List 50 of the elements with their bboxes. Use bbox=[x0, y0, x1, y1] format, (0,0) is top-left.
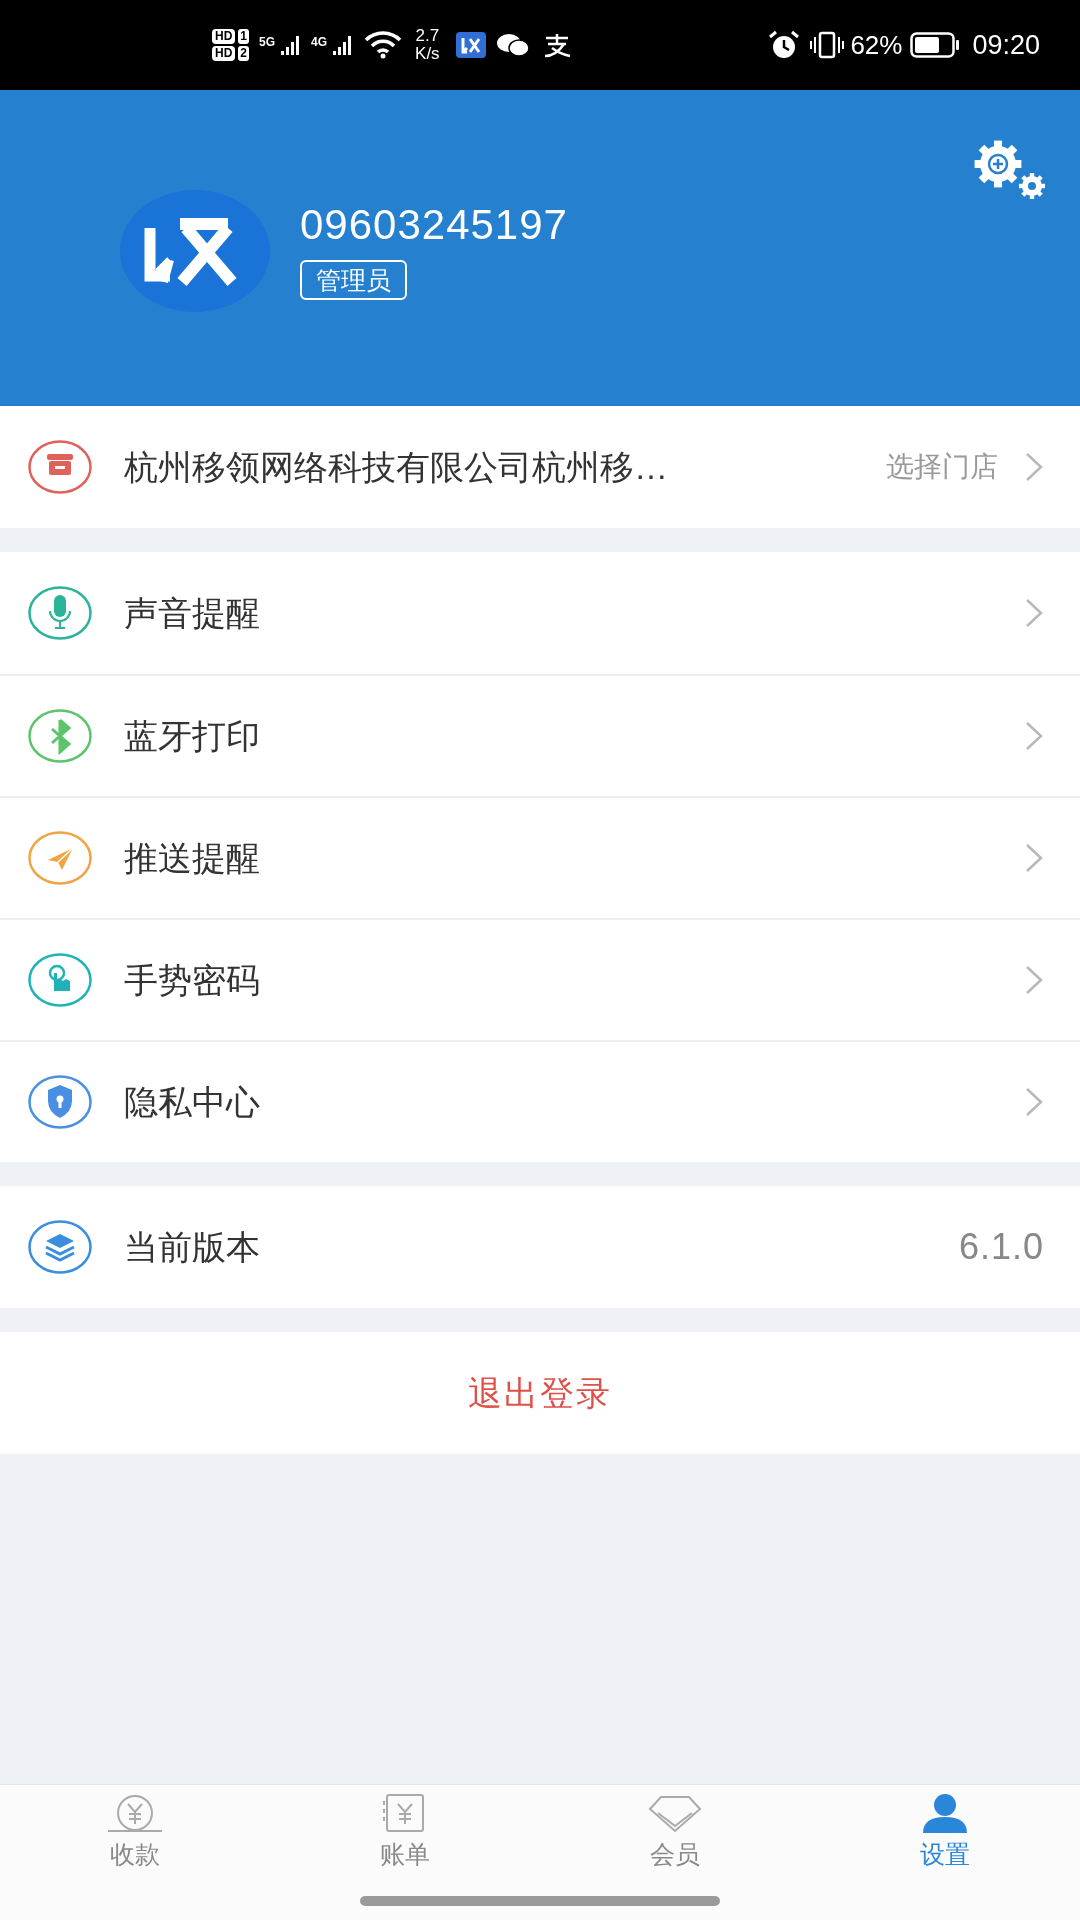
bluetooth-icon bbox=[28, 709, 92, 763]
store-icon bbox=[28, 440, 92, 494]
chat-bubbles-icon bbox=[495, 32, 530, 58]
setting-label: 蓝牙打印 bbox=[124, 715, 260, 757]
tap-hand-icon bbox=[28, 953, 92, 1007]
setting-label: 声音提醒 bbox=[124, 592, 260, 634]
diamond-icon bbox=[648, 1793, 702, 1833]
setting-label: 当前版本 bbox=[124, 1226, 260, 1268]
sim-slot: 1 bbox=[238, 29, 250, 44]
nav-tab[interactable]: 设置 bbox=[810, 1785, 1080, 1897]
chevron-right-icon bbox=[1024, 451, 1044, 483]
logout-button[interactable]: 退出登录 bbox=[468, 1367, 612, 1419]
chevron-right-icon bbox=[1024, 597, 1044, 629]
chevron-right-icon bbox=[1024, 964, 1044, 996]
battery-percent: 62% bbox=[850, 28, 903, 62]
role-badge: 管理员 bbox=[300, 260, 407, 300]
coin-icon bbox=[108, 1793, 162, 1833]
network-speed: 2.7 bbox=[415, 27, 440, 45]
clock-time: 09:20 bbox=[972, 28, 1040, 62]
app-notification-icon bbox=[455, 32, 486, 58]
setting-label: 推送提醒 bbox=[124, 837, 260, 879]
sim-slot: 2 bbox=[238, 46, 250, 61]
chevron-right-icon bbox=[1024, 1086, 1044, 1118]
settings-row[interactable]: 杭州移领网络科技有限公司杭州移… 选择门店 bbox=[0, 406, 1080, 528]
sim-label: HD bbox=[212, 46, 236, 61]
setting-label: 隐私中心 bbox=[124, 1081, 260, 1123]
store-name: 杭州移领网络科技有限公司杭州移… bbox=[124, 446, 668, 488]
battery-icon bbox=[910, 32, 961, 58]
microphone-icon bbox=[28, 586, 92, 640]
wifi-icon bbox=[363, 30, 404, 60]
settings-row[interactable]: 隐私中心 bbox=[0, 1040, 1080, 1162]
paper-plane-icon bbox=[28, 831, 92, 885]
settings-row[interactable]: 蓝牙打印 bbox=[0, 674, 1080, 796]
sim-label: HD bbox=[212, 29, 236, 44]
vibrate-icon bbox=[810, 30, 845, 60]
account-number: 09603245197 bbox=[300, 200, 568, 250]
settings-row[interactable]: 声音提醒 bbox=[0, 552, 1080, 674]
settings-row[interactable]: 手势密码 bbox=[0, 918, 1080, 1040]
app-logo-icon bbox=[120, 190, 270, 312]
setting-label: 手势密码 bbox=[124, 959, 260, 1001]
chevron-right-icon bbox=[1024, 842, 1044, 874]
layers-icon bbox=[28, 1220, 92, 1274]
shield-lock-icon bbox=[28, 1075, 92, 1129]
chevron-right-icon bbox=[1024, 720, 1044, 752]
speed-unit: K/s bbox=[415, 45, 440, 63]
network-type: 5G bbox=[259, 35, 276, 49]
settings-row[interactable]: 推送提醒 bbox=[0, 796, 1080, 918]
version-number: 6.1.0 bbox=[958, 1225, 1044, 1269]
network-type: 4G bbox=[311, 35, 328, 49]
alarm-clock-icon bbox=[768, 30, 801, 60]
